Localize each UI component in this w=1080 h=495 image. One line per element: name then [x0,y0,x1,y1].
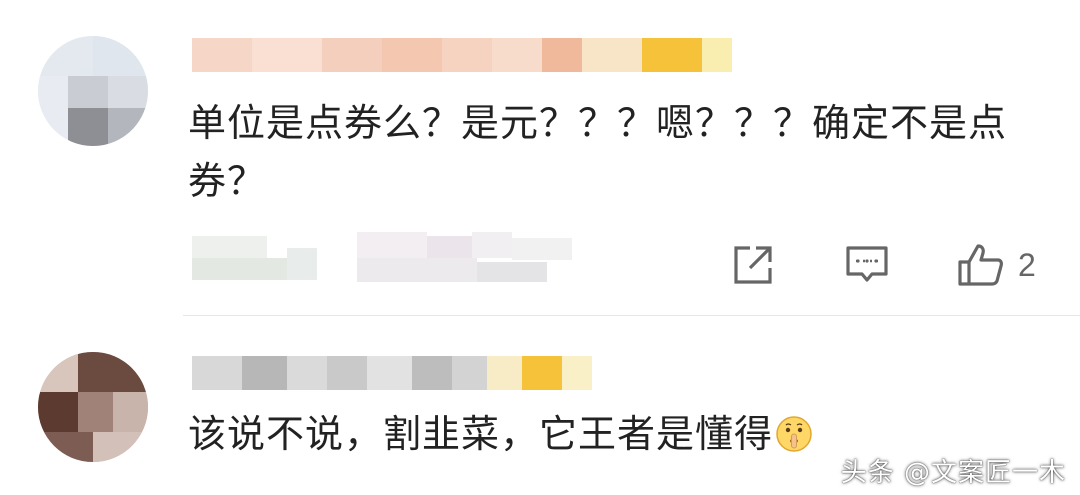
comment-meta [192,228,582,288]
thumbs-up-icon [956,240,1006,290]
avatar[interactable] [38,36,148,146]
comment-text: 单位是点券么？是元？？？嗯？？？确定不是点券？ [188,101,1008,203]
username[interactable] [192,356,592,390]
share-external-icon [728,240,778,290]
comment-reply-icon [842,240,892,290]
share-button[interactable] [728,236,778,294]
reply-button[interactable] [842,236,892,294]
shushing-face-emoji-icon [775,411,813,452]
comment-item: 单位是点券么？是元？？？嗯？？？确定不是点券？ 2 [0,0,1080,315]
watermark: 头条 @文案匠一木 [840,458,1066,488]
like-button[interactable]: 2 [956,236,1036,294]
like-count: 2 [1018,246,1036,283]
avatar[interactable] [38,352,148,462]
username[interactable] [192,38,732,72]
